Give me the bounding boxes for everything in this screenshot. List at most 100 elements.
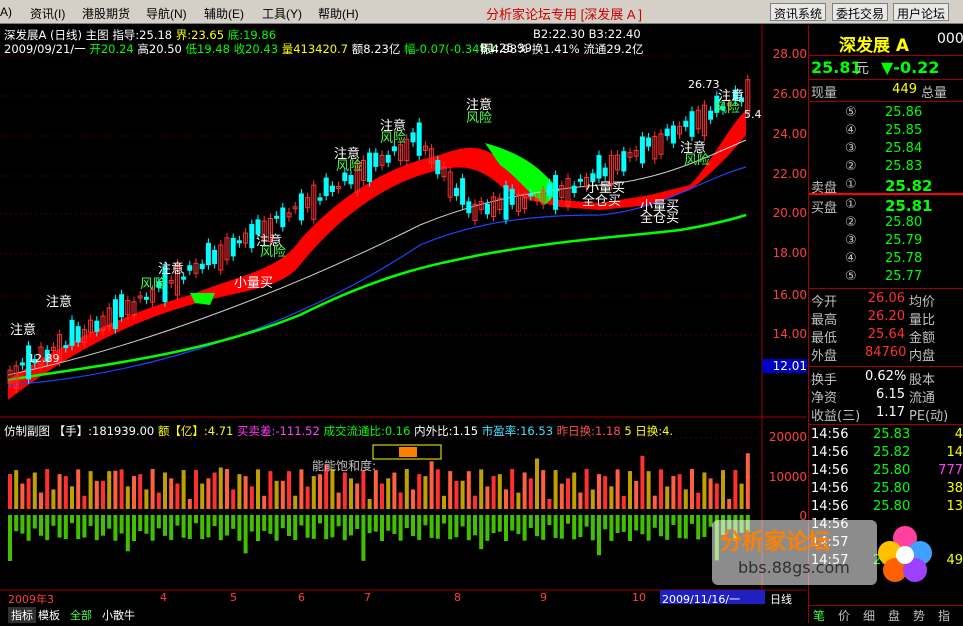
volume-bar-neg bbox=[652, 515, 657, 528]
volume-bar-neg bbox=[671, 515, 676, 525]
volume-bar-neg bbox=[63, 515, 68, 540]
volume-bar-neg bbox=[206, 515, 211, 538]
volume-bar bbox=[690, 469, 694, 509]
candle bbox=[112, 299, 118, 330]
ma-green-line bbox=[7, 213, 747, 382]
candle bbox=[181, 276, 187, 280]
tick-row: 14:56 25.83 4 bbox=[809, 427, 963, 445]
bid-row: 买盘 ① 25.81 bbox=[809, 197, 963, 216]
forum-button[interactable]: 用户论坛 bbox=[893, 3, 950, 21]
volume-bar-neg bbox=[435, 515, 440, 539]
b2: B2:22.30 bbox=[533, 27, 586, 41]
tab-xiaosanniu[interactable]: 小散牛 bbox=[102, 607, 135, 623]
volume-bar-neg bbox=[101, 515, 105, 536]
volume-bar-neg bbox=[398, 515, 403, 541]
saturation-fill bbox=[399, 447, 417, 457]
volume-bar-neg bbox=[646, 515, 651, 541]
volume-bar bbox=[63, 476, 68, 509]
stock-code: 000 bbox=[937, 31, 963, 47]
menu-item-help[interactable]: 帮助(H) bbox=[318, 5, 359, 22]
volume-bar bbox=[101, 480, 105, 509]
news-system-button[interactable]: 资讯系统 bbox=[770, 3, 827, 21]
volume-bar-neg bbox=[144, 515, 149, 534]
right-tab[interactable]: 指 bbox=[938, 607, 950, 624]
volume-bar bbox=[683, 489, 688, 509]
volume-bar-neg bbox=[150, 515, 155, 541]
menu-item-assist[interactable]: 辅助(E) bbox=[204, 5, 244, 22]
volume-bar bbox=[702, 472, 707, 509]
candle bbox=[689, 111, 695, 137]
candle bbox=[329, 185, 335, 192]
right-tab[interactable]: 势 bbox=[913, 607, 925, 624]
volume-bar bbox=[739, 483, 744, 509]
volume-bar bbox=[696, 492, 701, 509]
volume-bar-neg bbox=[342, 515, 347, 541]
stat-right-label: 量比 bbox=[909, 313, 936, 328]
volume-bar-neg bbox=[274, 515, 279, 541]
right-tab[interactable]: 细 bbox=[863, 607, 875, 624]
annotation-fengxian: 风险 bbox=[336, 159, 363, 174]
volume-bar-neg bbox=[200, 515, 205, 540]
bid-row: ⑤ 25.77 bbox=[809, 269, 963, 287]
float: 流通29.2亿 bbox=[583, 42, 644, 56]
volume-bar-neg bbox=[231, 515, 236, 529]
volume-bar-neg bbox=[423, 515, 428, 526]
price-row: 25.81 元 ▼-0.22 bbox=[809, 58, 963, 78]
right-tab[interactable]: 价 bbox=[838, 607, 850, 624]
volume-bar bbox=[163, 472, 167, 509]
volume-bar bbox=[547, 498, 552, 509]
volume-bar-neg bbox=[522, 515, 527, 541]
volume-bar-neg bbox=[138, 515, 143, 532]
menu-item-a[interactable]: A) bbox=[0, 5, 12, 19]
volume-bar bbox=[528, 478, 533, 509]
volume-bar-neg bbox=[361, 515, 366, 561]
tick-volume: 38 bbox=[946, 481, 963, 496]
menu-item-hk-futures[interactable]: 港股期货 bbox=[82, 5, 130, 22]
bottom-tabs: 指标 模板 全部 小散牛 bbox=[0, 605, 807, 623]
volume-bar bbox=[671, 476, 676, 509]
panel-cjlt: 成交流通比:0.16 bbox=[323, 424, 411, 438]
volume-bar bbox=[553, 470, 558, 509]
volume-bar-neg bbox=[20, 515, 25, 534]
volume-bar-neg bbox=[268, 515, 273, 534]
panel-zrh: 昨日换:1.18 bbox=[556, 424, 621, 438]
volume-bar bbox=[318, 474, 322, 509]
volume-bar bbox=[590, 489, 595, 509]
ask-level: ② bbox=[845, 159, 857, 174]
volume-bar bbox=[665, 486, 670, 509]
tick-time: 14:56 bbox=[811, 445, 849, 460]
volume-bar bbox=[466, 471, 471, 509]
volume-bar-neg bbox=[181, 515, 186, 538]
menu-item-news[interactable]: 资讯(I) bbox=[30, 5, 65, 22]
right-tab[interactable]: 盘 bbox=[888, 607, 900, 624]
annotation-fengxian: 风险 bbox=[260, 245, 287, 260]
volume-bar-neg bbox=[156, 515, 161, 529]
candle bbox=[298, 193, 304, 221]
menu-item-navigate[interactable]: 导航(N) bbox=[146, 5, 187, 22]
candle bbox=[75, 326, 81, 343]
trade-button[interactable]: 委托交易 bbox=[832, 3, 889, 21]
volume-bar bbox=[442, 495, 446, 509]
menu-item-tools[interactable]: 工具(Y) bbox=[262, 5, 302, 22]
volume-bar-neg bbox=[677, 515, 682, 539]
annotation-fengxian: 风险 bbox=[466, 111, 493, 126]
volume-bar bbox=[454, 480, 459, 509]
tick-row: 14:56 25.80 777 bbox=[809, 463, 963, 481]
bid-price: 25.77 bbox=[885, 269, 923, 284]
volume-bar-neg bbox=[473, 515, 477, 536]
tab-indicator[interactable]: 指标 bbox=[8, 607, 36, 623]
stat-value: 26.20 bbox=[867, 309, 905, 324]
volume-bar bbox=[330, 469, 335, 509]
volume-bar bbox=[299, 469, 304, 509]
candle bbox=[317, 197, 323, 201]
right-tab[interactable]: 笔 bbox=[813, 607, 825, 624]
tab-template[interactable]: 模板 bbox=[38, 607, 60, 623]
volume-bar bbox=[435, 469, 440, 509]
chart-area[interactable]: 28.00 26.00 24.00 22.00 20.00 18.00 16.0… bbox=[0, 25, 807, 623]
volume-bar bbox=[243, 476, 248, 509]
annotation-quancang: 全仓买 bbox=[582, 194, 622, 209]
tab-all[interactable]: 全部 bbox=[70, 607, 92, 623]
stat-row: 外盘 84760 内盘 bbox=[809, 345, 963, 364]
bid-price: 25.79 bbox=[885, 233, 923, 248]
volume-bar-neg bbox=[318, 515, 322, 524]
